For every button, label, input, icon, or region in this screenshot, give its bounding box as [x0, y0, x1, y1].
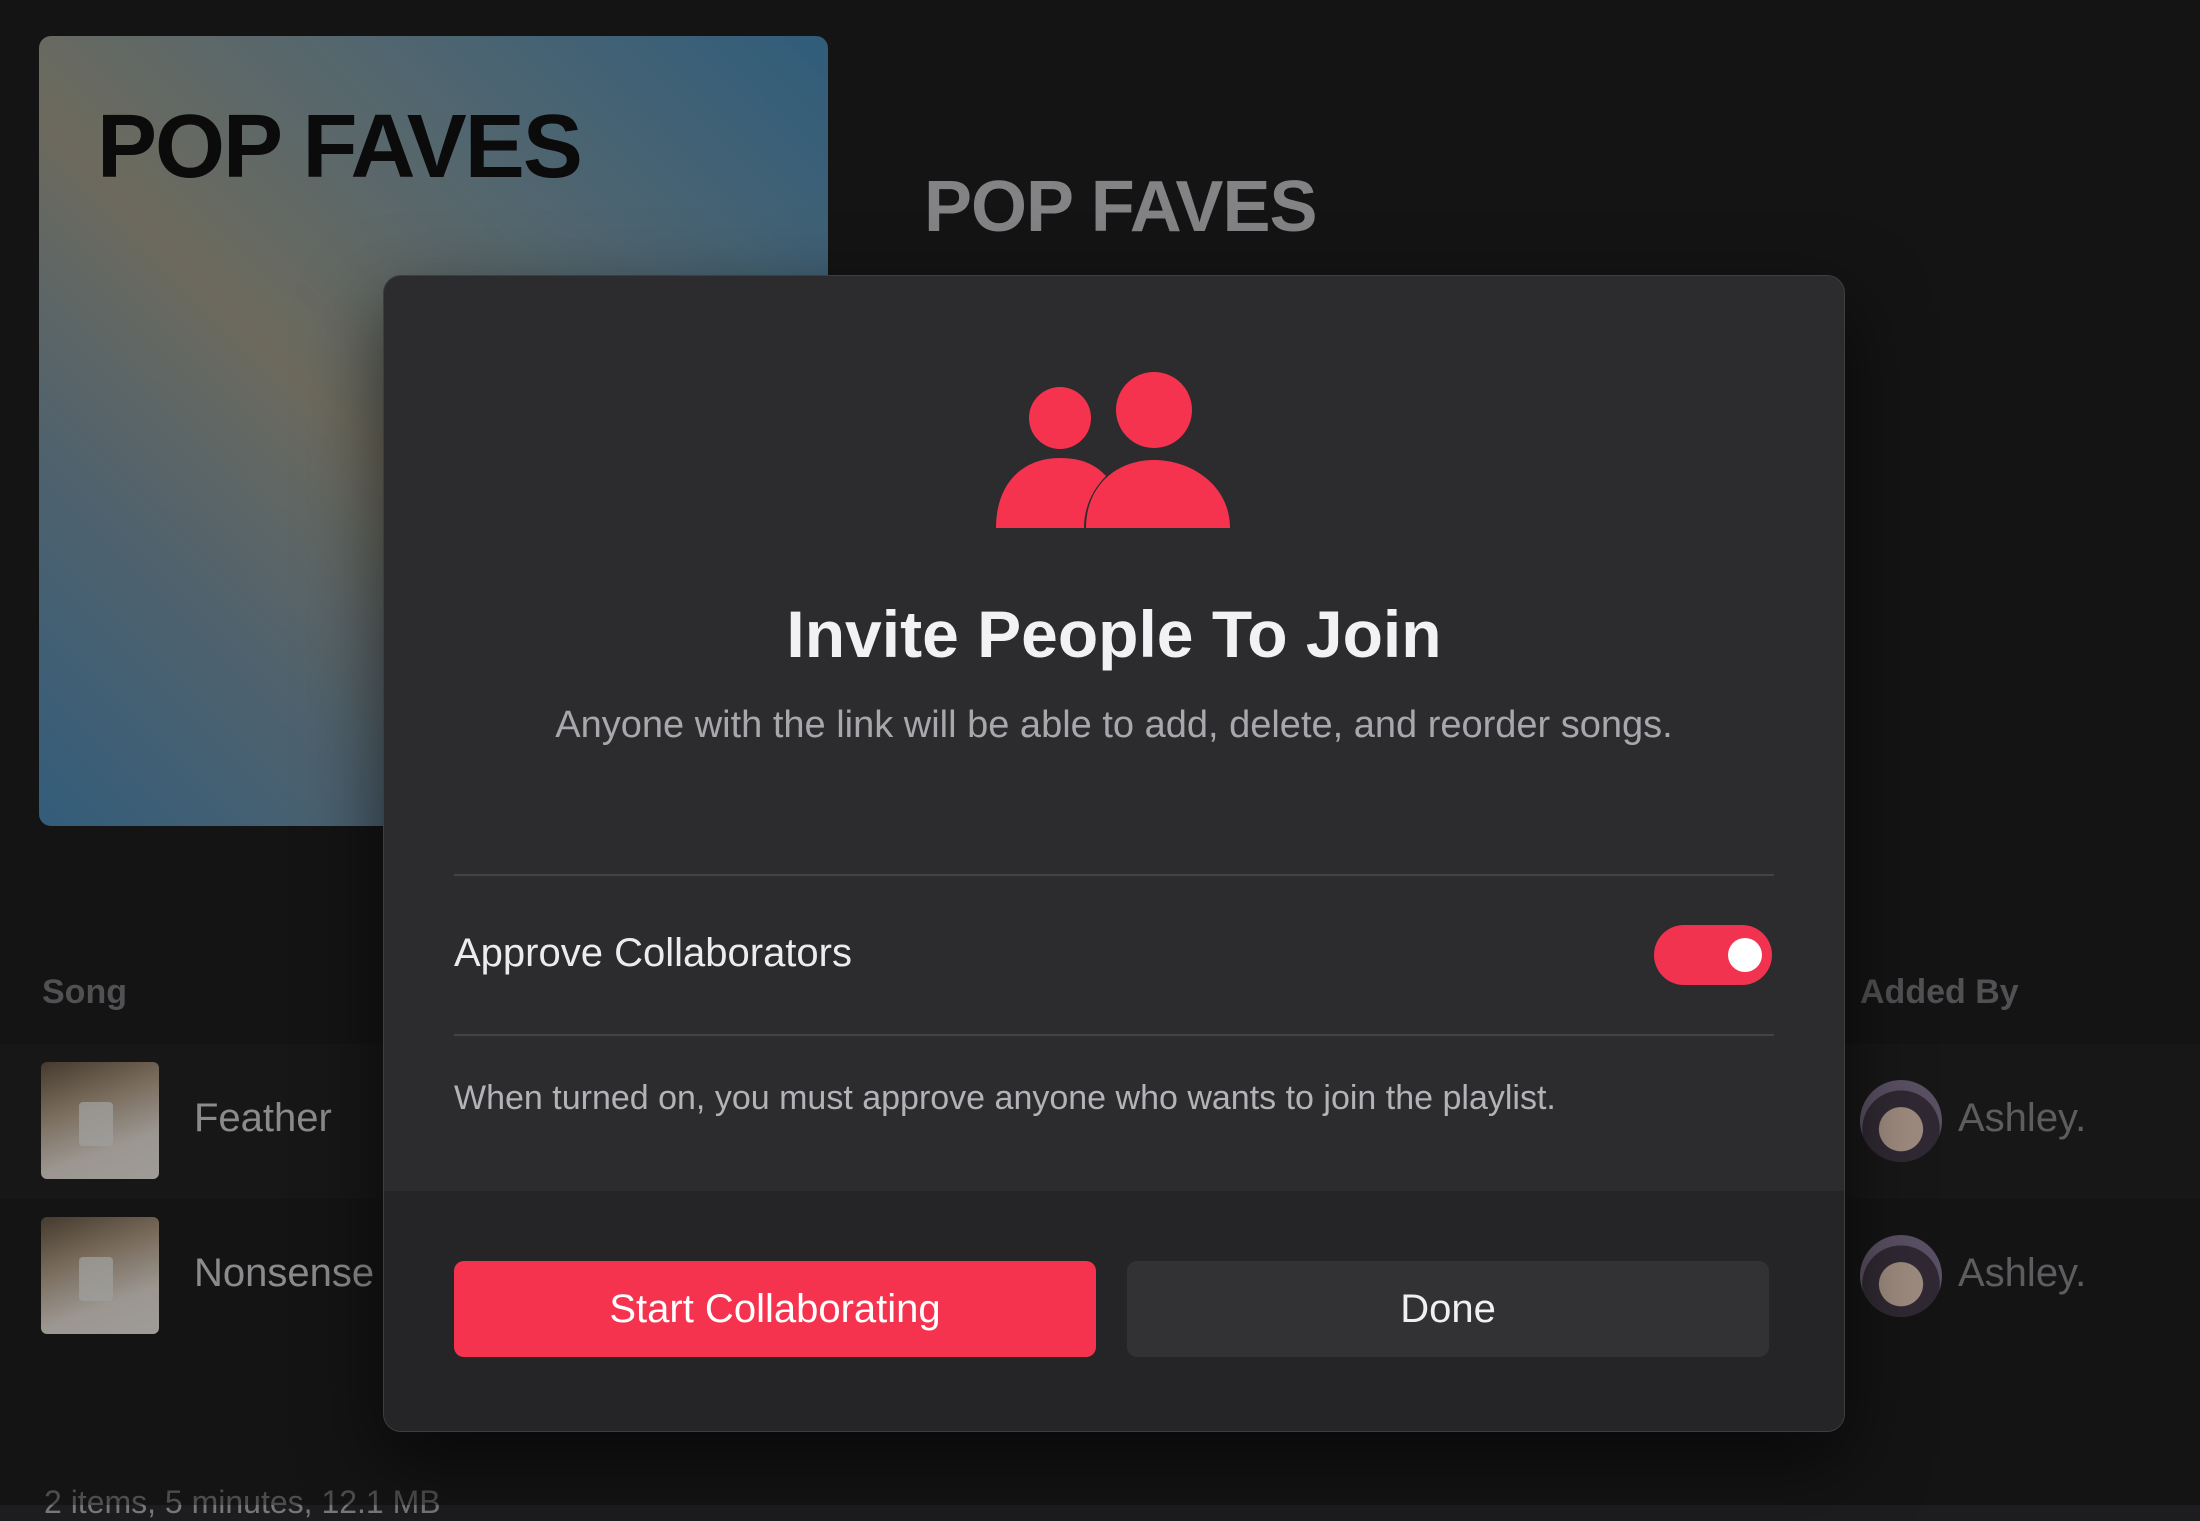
people-icon	[996, 372, 1230, 528]
approve-collaborators-toggle[interactable]	[1654, 925, 1772, 985]
dialog-title: Invite People To Join	[786, 597, 1442, 671]
done-button[interactable]: Done	[1127, 1261, 1769, 1357]
dialog-subtitle: Anyone with the link will be able to add…	[555, 704, 1673, 746]
divider	[454, 1034, 1774, 1036]
start-collaborating-button[interactable]: Start Collaborating	[454, 1261, 1096, 1357]
toggle-knob	[1728, 938, 1762, 972]
approve-collaborators-label: Approve Collaborators	[454, 931, 852, 975]
divider	[454, 874, 1774, 876]
approve-collaborators-hint: When turned on, you must approve anyone …	[454, 1079, 1556, 1117]
invite-dialog: Invite People To Join Anyone with the li…	[383, 275, 1845, 1432]
